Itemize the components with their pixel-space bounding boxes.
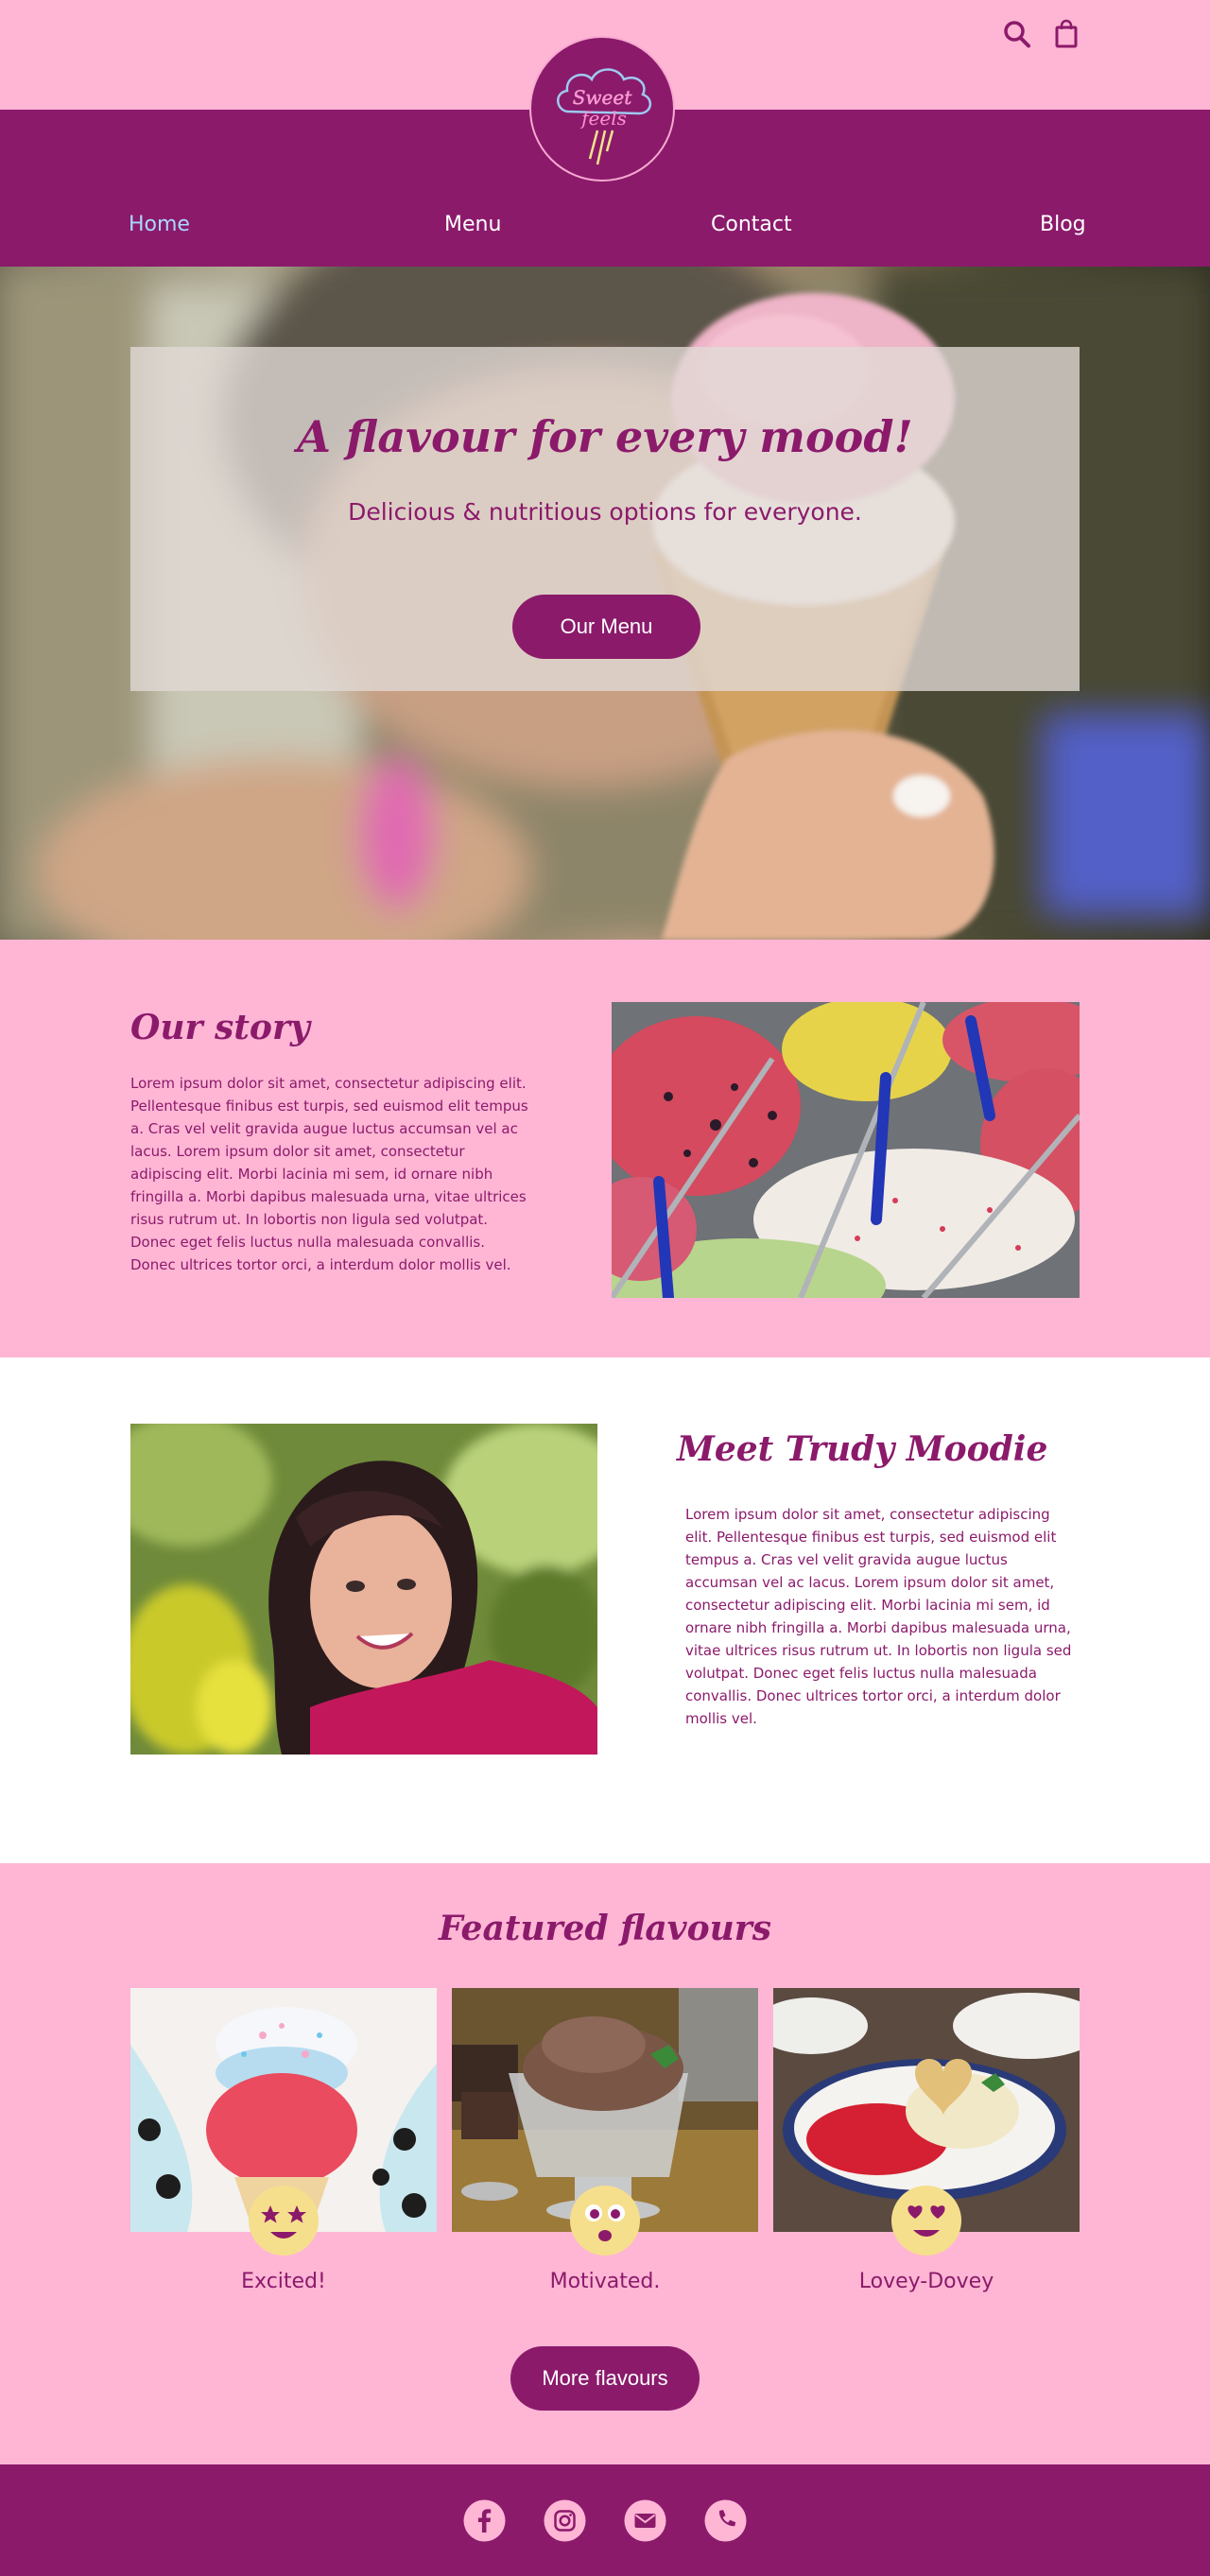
heart-eyes-emoji-icon — [891, 2186, 961, 2256]
search-icon[interactable] — [1003, 19, 1031, 49]
phone-icon[interactable] — [704, 2499, 747, 2542]
shopping-bag-icon[interactable] — [1052, 19, 1080, 49]
nav-item-menu[interactable]: Menu — [444, 213, 501, 236]
hero-section: A flavour for every mood! Delicious & nu… — [0, 267, 1210, 940]
our-menu-button[interactable]: Our Menu — [512, 595, 700, 659]
story-title: Our story — [130, 1008, 310, 1047]
flavour-label: Motivated. — [549, 2270, 661, 2293]
flavour-card-excited[interactable]: Excited! — [130, 1988, 437, 2293]
trudy-portrait-image — [130, 1424, 597, 1755]
nav-item-blog[interactable]: Blog — [1040, 213, 1086, 236]
sweet-feels-logo[interactable]: Sweet feels — [529, 36, 675, 182]
header-actions — [1003, 19, 1080, 49]
social-links — [463, 2499, 747, 2542]
story-text: Lorem ipsum dolor sit amet, consectetur … — [130, 1075, 528, 1273]
flavour-card-motivated[interactable]: Motivated. — [452, 1988, 758, 2293]
mail-icon[interactable] — [624, 2499, 666, 2542]
more-flavours-button[interactable]: More flavours — [510, 2346, 700, 2411]
logo-text-sweet: Sweet — [573, 86, 632, 109]
gelato-display-image — [612, 1002, 1080, 1298]
wide-eyes-emoji-icon — [570, 2186, 640, 2256]
nav-item-home[interactable]: Home — [129, 213, 190, 236]
logo-text-feels: feels — [579, 107, 627, 130]
nav-item-contact[interactable]: Contact — [711, 213, 792, 236]
hero-subtitle: Delicious & nutritious options for every… — [348, 498, 862, 526]
our-story-section: Our story Lorem ipsum dolor sit amet, co… — [0, 940, 1210, 1357]
flavour-label: Lovey-Dovey — [858, 2270, 994, 2293]
trudy-text: Lorem ipsum dolor sit amet, consectetur … — [685, 1506, 1072, 1727]
main-navigation: Home Menu Contact Blog — [0, 213, 1210, 247]
featured-title: Featured flavours — [438, 1909, 772, 1948]
star-eyes-emoji-icon — [249, 2186, 319, 2256]
flavour-label: Excited! — [241, 2270, 326, 2293]
meet-trudy-section: Meet Trudy Moodie Lorem ipsum dolor sit … — [0, 1357, 1210, 1863]
flavour-card-lovey-dovey[interactable]: Lovey-Dovey — [773, 1988, 1080, 2293]
facebook-icon[interactable] — [463, 2499, 506, 2542]
trudy-title: Meet Trudy Moodie — [677, 1429, 1048, 1469]
instagram-icon[interactable] — [544, 2499, 586, 2542]
featured-flavours-section: Featured flavours Excited! Motivated. Lo… — [0, 1863, 1210, 2464]
hero-title: A flavour for every mood! — [297, 411, 913, 462]
footer — [0, 2464, 1210, 2576]
hero-card: A flavour for every mood! Delicious & nu… — [130, 347, 1080, 691]
